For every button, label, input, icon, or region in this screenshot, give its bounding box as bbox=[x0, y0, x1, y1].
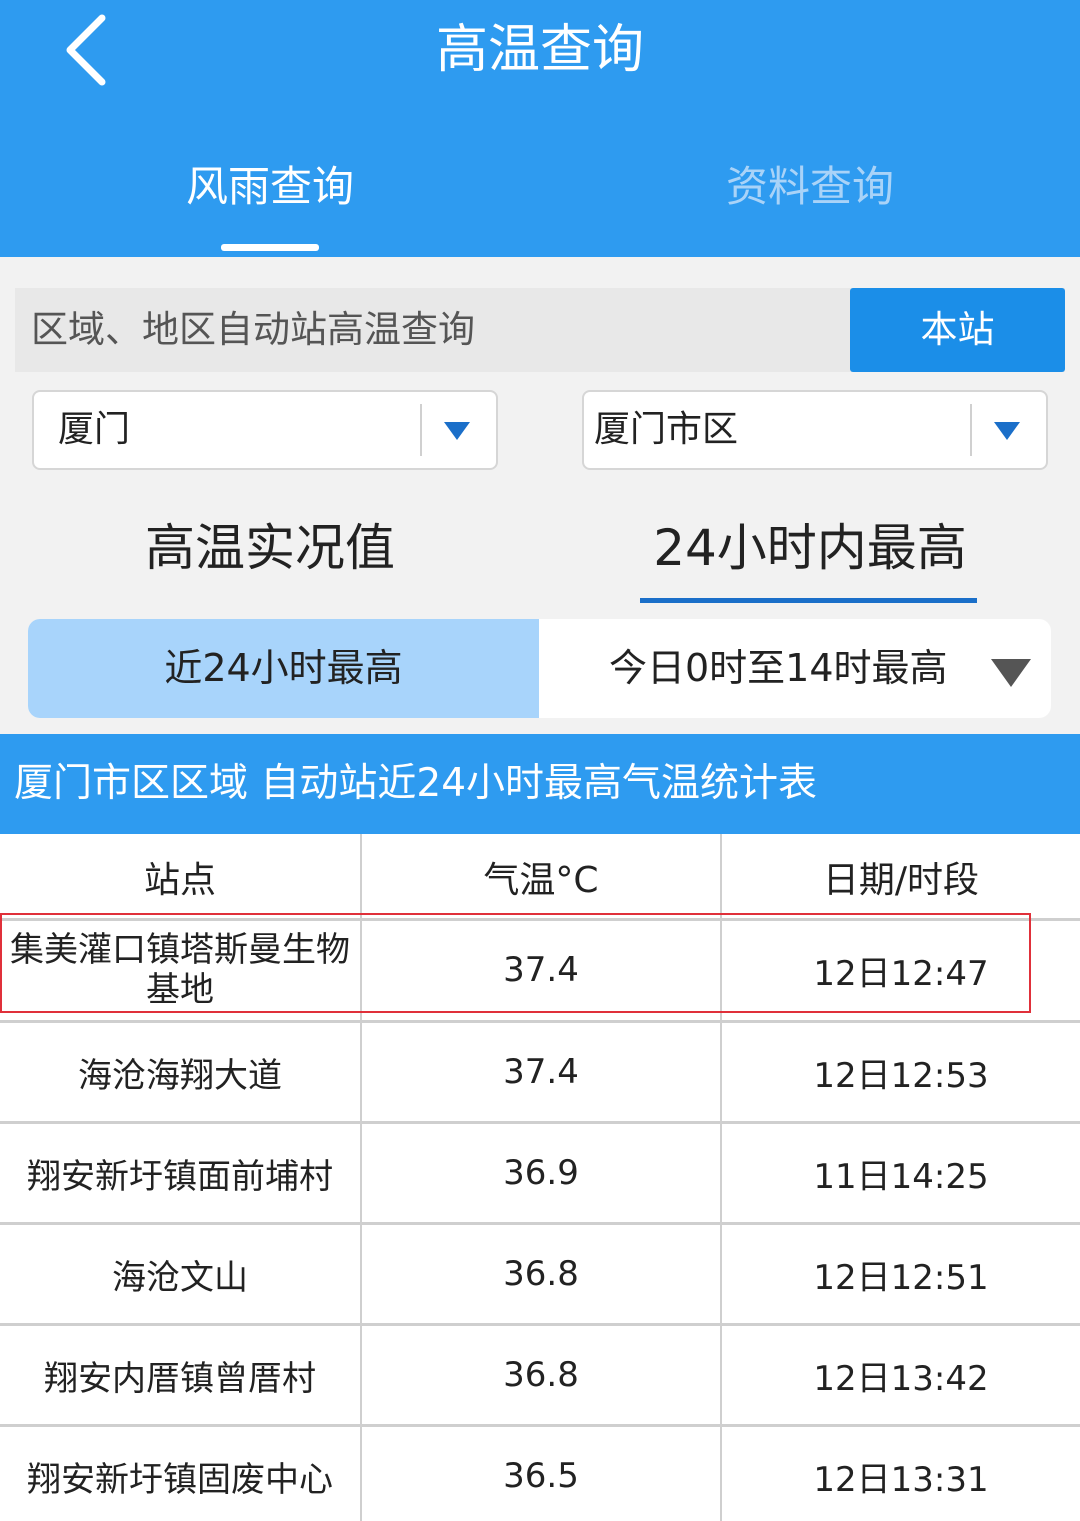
chevron-down-icon bbox=[994, 422, 1020, 440]
city-select[interactable]: 厦门 bbox=[32, 390, 498, 470]
column-header-station: 站点 bbox=[143, 860, 216, 901]
district-select-value: 厦门市区 bbox=[594, 409, 739, 450]
tab-wind-rain-query[interactable]: 风雨查询 bbox=[120, 155, 420, 219]
column-header-temp: 气温°C bbox=[483, 860, 599, 901]
city-select-value: 厦门 bbox=[58, 409, 131, 450]
table-row-temp: 37.4 bbox=[503, 1052, 579, 1092]
tab-24h-max[interactable]: 24小时内最高 bbox=[610, 510, 1010, 586]
table-row-time: 12日12:53 bbox=[813, 1055, 989, 1096]
range-selector: 近24小时最高 今日0时至14时最高 bbox=[28, 619, 1051, 718]
table-row-temp: 37.4 bbox=[503, 950, 579, 990]
table-row-station: 翔安新圩镇面前埔村 bbox=[27, 1156, 333, 1197]
table-row-time: 12日12:51 bbox=[813, 1257, 989, 1298]
app-header: 高温查询 风雨查询 资料查询 bbox=[0, 0, 1080, 257]
table-row-time: 12日13:31 bbox=[813, 1459, 989, 1500]
range-last-24h[interactable]: 近24小时最高 bbox=[28, 619, 539, 718]
table-row-station: 海沧文山 bbox=[112, 1257, 248, 1298]
mode-tab-indicator bbox=[640, 598, 977, 603]
table-row-temp: 36.5 bbox=[503, 1456, 579, 1496]
query-bar: 区域、地区自动站高温查询 本站 bbox=[15, 288, 1065, 372]
query-label: 区域、地区自动站高温查询 bbox=[31, 308, 475, 351]
tab-data-query[interactable]: 资料查询 bbox=[660, 155, 960, 219]
table-row-station: 翔安内厝镇曾厝村 bbox=[44, 1358, 316, 1399]
range-today-label: 今日0时至14时最高 bbox=[609, 646, 948, 690]
table-title-bar: 厦门市区区域 自动站近24小时最高气温统计表 bbox=[0, 734, 1080, 834]
table-title: 厦门市区区域 自动站近24小时最高气温统计表 bbox=[14, 761, 818, 806]
column-header-time: 日期/时段 bbox=[822, 860, 980, 901]
table-row-temp: 36.8 bbox=[503, 1355, 579, 1395]
chevron-down-icon bbox=[444, 422, 470, 440]
caret-down-icon bbox=[991, 659, 1031, 687]
district-select[interactable]: 厦门市区 bbox=[582, 390, 1048, 470]
this-station-button[interactable]: 本站 bbox=[850, 288, 1065, 372]
table-row-station: 海沧海翔大道 bbox=[78, 1055, 282, 1096]
data-table: 站点 气温°C 日期/时段 集美灌口镇塔斯曼生物基地 37.4 12日12:47… bbox=[0, 834, 1080, 1521]
table-row-time: 12日13:42 bbox=[813, 1358, 989, 1399]
table-row-temp: 36.9 bbox=[503, 1153, 579, 1193]
select-divider bbox=[970, 404, 972, 456]
range-today-dropdown[interactable]: 今日0时至14时最高 bbox=[539, 619, 1051, 718]
select-divider bbox=[420, 404, 422, 456]
tab-realtime-high-temp[interactable]: 高温实况值 bbox=[80, 510, 460, 586]
table-row-time: 12日12:47 bbox=[813, 953, 989, 994]
table-row-station: 集美灌口镇塔斯曼生物基地 bbox=[10, 930, 350, 1010]
table-row-time: 11日14:25 bbox=[813, 1156, 989, 1197]
active-tab-indicator bbox=[221, 244, 319, 251]
table-row-temp: 36.8 bbox=[503, 1254, 579, 1294]
table-row-station: 翔安新圩镇固废中心 bbox=[27, 1459, 333, 1500]
page-title: 高温查询 bbox=[435, 20, 644, 80]
